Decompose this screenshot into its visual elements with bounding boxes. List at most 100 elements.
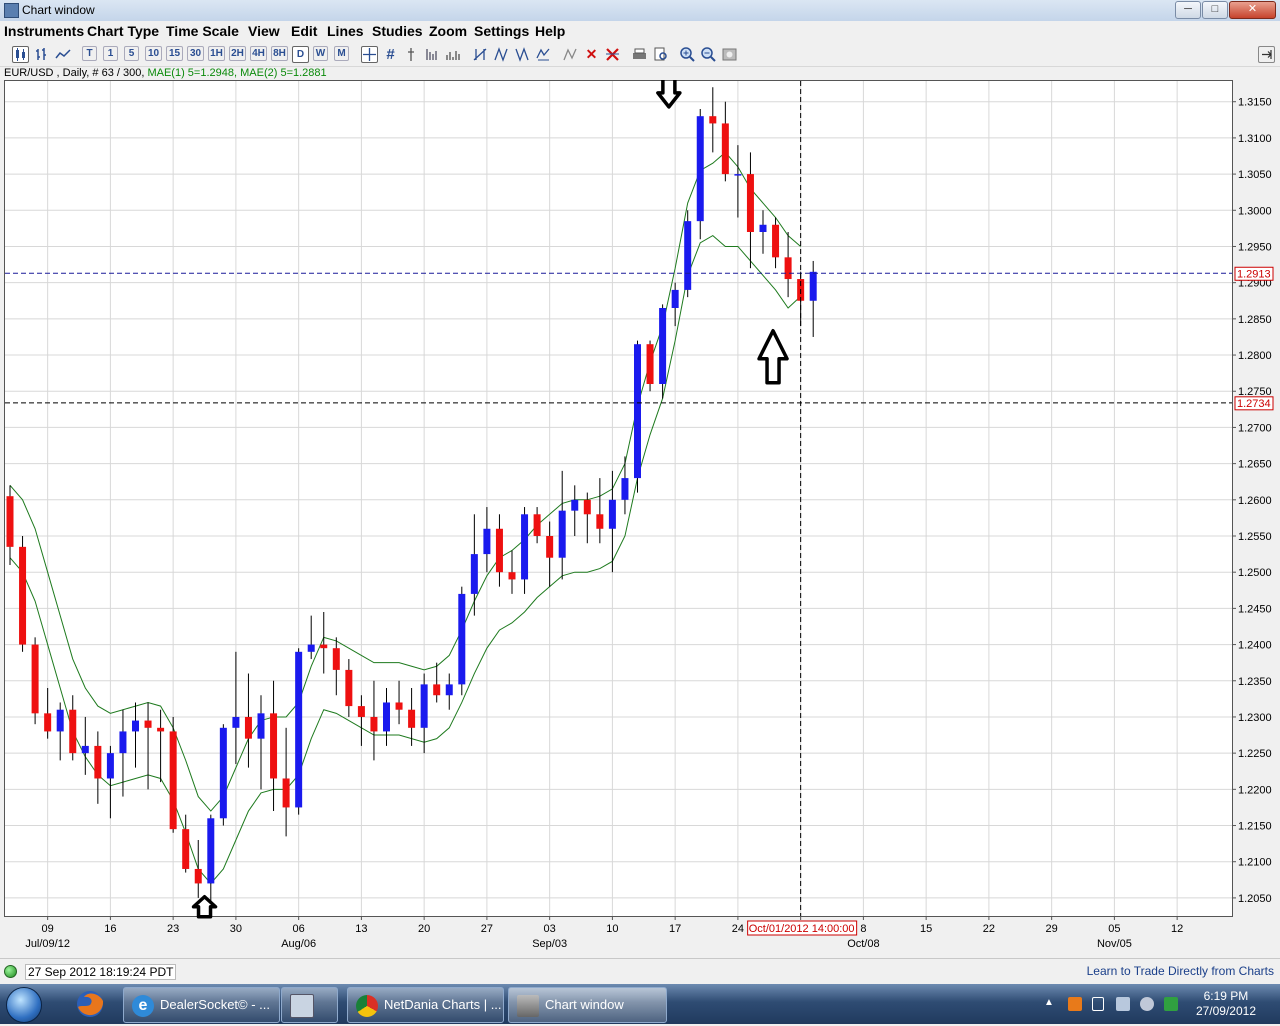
menu-settings[interactable]: Settings [474, 23, 529, 39]
x-tick-label: 06 [293, 923, 305, 935]
tray-expand-icon[interactable]: ▲ [1044, 997, 1058, 1011]
trendline-icon[interactable] [445, 46, 462, 63]
candle [608, 499, 616, 529]
timescale-1h[interactable]: 1H [208, 46, 225, 61]
y-tick-label: 1.2250 [1238, 748, 1272, 760]
timescale-T[interactable]: T [82, 46, 97, 61]
menu-time-scale[interactable]: Time Scale [166, 23, 239, 39]
price-chart[interactable]: 1.31501.31001.30501.30001.29501.29001.28… [4, 77, 1280, 955]
print-icon[interactable] [631, 46, 648, 63]
status-bar: 27 Sep 2012 18:19:24 PDT Learn to Trade … [0, 958, 1280, 983]
timescale-15[interactable]: 15 [166, 46, 183, 61]
close-button[interactable]: ✕ [1229, 1, 1276, 19]
dock-icon[interactable] [1258, 46, 1275, 63]
delete-all-icon[interactable] [604, 46, 621, 63]
y-tick-label: 1.3150 [1238, 97, 1272, 109]
y-tick-label: 1.2650 [1238, 459, 1272, 471]
menu-bar: Instruments Chart Type Time Scale View E… [0, 21, 1280, 42]
flag-icon[interactable] [1092, 997, 1104, 1011]
update-icon[interactable] [1164, 997, 1178, 1011]
menu-studies[interactable]: Studies [372, 23, 423, 39]
bar-chart-icon[interactable] [34, 46, 51, 63]
plot-background [4, 80, 1233, 917]
candle [182, 829, 190, 869]
timescale-m[interactable]: M [334, 46, 349, 61]
candle [219, 727, 227, 819]
pointer-icon[interactable] [403, 46, 420, 63]
timescale-4h[interactable]: 4H [250, 46, 267, 61]
candle [307, 644, 315, 652]
menu-help[interactable]: Help [535, 23, 565, 39]
grid-icon[interactable]: # [382, 46, 399, 63]
x-tick-label: 22 [983, 923, 995, 935]
learn-link[interactable]: Learn to Trade Directly from Charts [1087, 964, 1274, 978]
delete-icon[interactable]: ✕ [583, 46, 600, 63]
timescale-8h[interactable]: 8H [271, 46, 288, 61]
taskbar-calculator[interactable] [281, 987, 338, 1023]
firefox-icon[interactable] [68, 987, 112, 1021]
print-preview-icon[interactable] [652, 46, 669, 63]
window-title: Chart window [22, 3, 95, 17]
x-tick-label: 27 [481, 923, 493, 935]
menu-instruments[interactable]: Instruments [4, 23, 84, 39]
fan-icon[interactable] [493, 46, 510, 63]
x-tick-label: 13 [355, 923, 367, 935]
clock-date: 27/09/2012 [1195, 1004, 1256, 1018]
taskbar-chart-window[interactable]: Chart window [508, 987, 667, 1023]
candle [483, 528, 491, 555]
timescale-10[interactable]: 10 [145, 46, 162, 61]
taskbar-clock[interactable]: 6:19 PM 27/09/2012 [1196, 989, 1256, 1019]
menu-view[interactable]: View [248, 23, 280, 39]
taskbar-dealersocket[interactable]: e DealerSocket© - ... [123, 987, 280, 1023]
candle [420, 684, 428, 728]
candle [784, 257, 792, 280]
volume-icon[interactable] [424, 46, 441, 63]
candle [169, 731, 177, 830]
volume-tray-icon[interactable] [1140, 997, 1154, 1011]
menu-chart-type[interactable]: Chart Type [87, 23, 159, 39]
chart-area[interactable]: 1.3150 1.3100 1.3050 1.3000 1.2950 1.2900 1.28… [4, 77, 1280, 955]
taskbar-netdania[interactable]: NetDania Charts | ... [347, 987, 504, 1023]
x-tick-label: 17 [669, 923, 681, 935]
candle [357, 706, 365, 717]
minimize-button[interactable]: ─ [1175, 1, 1201, 19]
erase-icon[interactable] [562, 46, 579, 63]
zoom-reset-icon[interactable] [721, 46, 738, 63]
y-tick-label: 1.2200 [1238, 784, 1272, 796]
menu-lines[interactable]: Lines [327, 23, 364, 39]
zoom-in-icon[interactable] [679, 46, 696, 63]
timescale-5[interactable]: 5 [124, 46, 139, 61]
x-tick-label: 20 [418, 923, 430, 935]
menu-edit[interactable]: Edit [291, 23, 317, 39]
current-price-label: 1.2913 [1237, 268, 1271, 280]
line-chart-icon[interactable] [55, 46, 72, 63]
fibonacci-icon[interactable] [514, 46, 531, 63]
crosshair-icon[interactable] [361, 46, 378, 63]
network-icon[interactable] [1116, 997, 1130, 1011]
candle [345, 669, 353, 707]
draw-icon[interactable] [535, 46, 552, 63]
candle [458, 593, 466, 685]
timescale-2h[interactable]: 2H [229, 46, 246, 61]
candlestick-icon[interactable] [12, 46, 29, 63]
candle [320, 644, 328, 649]
tray-app-icon[interactable] [1068, 997, 1082, 1011]
candle [571, 499, 579, 511]
timescale-1[interactable]: 1 [103, 46, 118, 61]
candle [383, 702, 390, 732]
candle [295, 651, 303, 808]
timescale-w[interactable]: W [313, 46, 328, 61]
maximize-button[interactable]: □ [1202, 1, 1228, 19]
menu-zoom[interactable]: Zoom [429, 23, 467, 39]
channel-icon[interactable] [472, 46, 489, 63]
timescale-30[interactable]: 30 [187, 46, 204, 61]
zoom-out-icon[interactable] [700, 46, 717, 63]
timescale-d[interactable]: D [292, 46, 309, 63]
chart-app-icon [517, 994, 539, 1017]
candle [81, 745, 89, 754]
mae1-info: MAE(1) 5=1.2948, [147, 67, 238, 79]
candle [746, 174, 754, 232]
start-button-icon[interactable] [6, 987, 42, 1023]
connection-status-icon [4, 965, 17, 978]
candle [671, 289, 679, 308]
